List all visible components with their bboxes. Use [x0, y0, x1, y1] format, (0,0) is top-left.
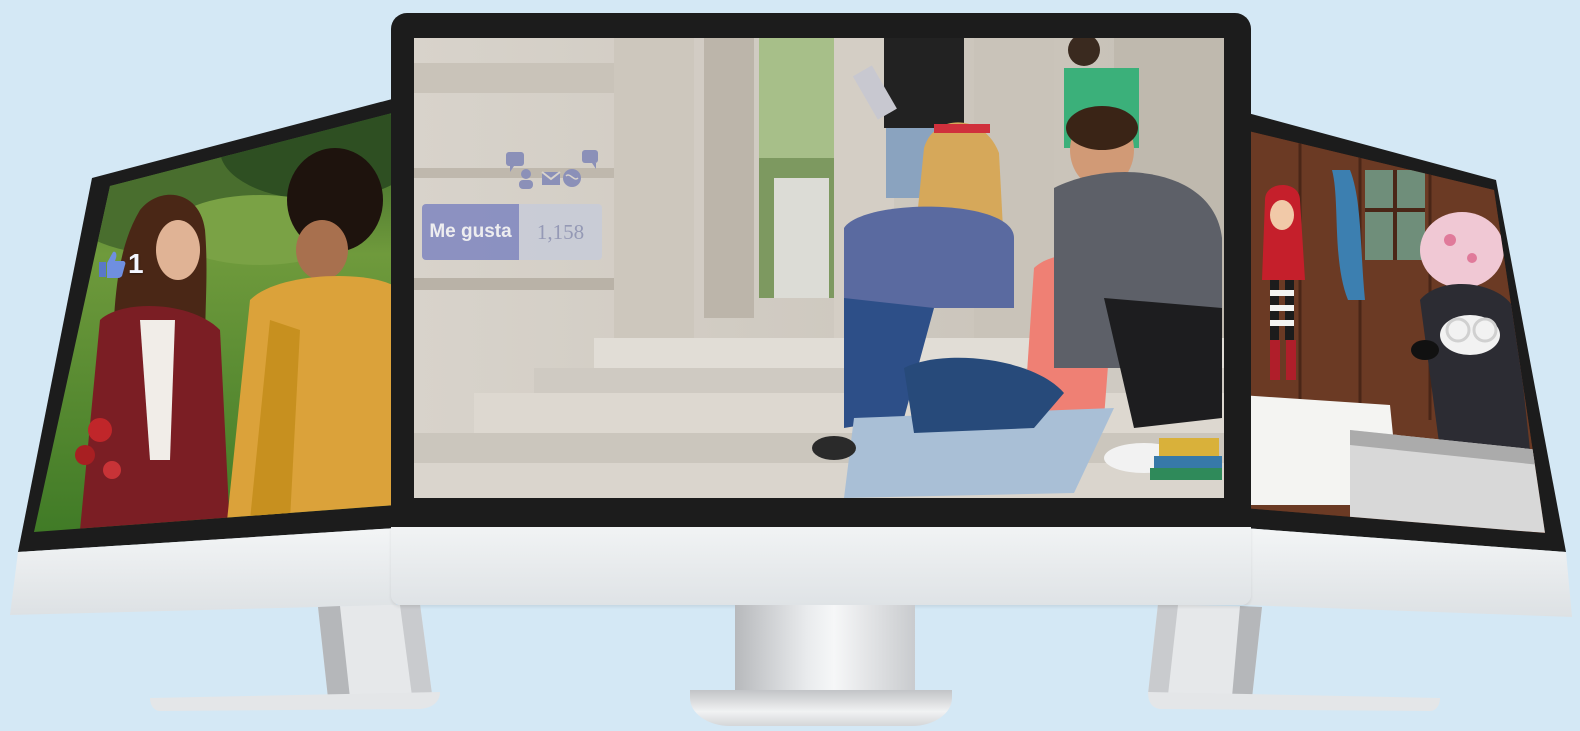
center-stand-base — [690, 690, 952, 726]
center-chin — [391, 527, 1251, 605]
mail-icon — [541, 171, 561, 185]
like-button[interactable]: Me gusta 1,158 — [422, 204, 602, 260]
right-stand-base — [1148, 692, 1440, 711]
comment-icon — [506, 152, 524, 172]
like-count: 1,158 — [519, 204, 602, 260]
like-badge-count: 1 — [128, 248, 144, 279]
like-button-label: Me gusta — [422, 204, 519, 260]
center-scene — [414, 38, 1224, 498]
center-stand-neck — [735, 605, 915, 695]
right-screen — [1244, 130, 1545, 533]
comment-icon — [582, 150, 598, 169]
thumbs-up-icon — [99, 251, 126, 278]
center-screen: Me gusta 1,158 — [414, 38, 1224, 498]
user-icon — [519, 169, 533, 189]
globe-icon — [563, 169, 581, 187]
social-icons — [506, 150, 598, 189]
like-badge: 1 — [98, 248, 144, 280]
monitor-showcase: Me gusta 1,158 1 — [0, 0, 1580, 731]
